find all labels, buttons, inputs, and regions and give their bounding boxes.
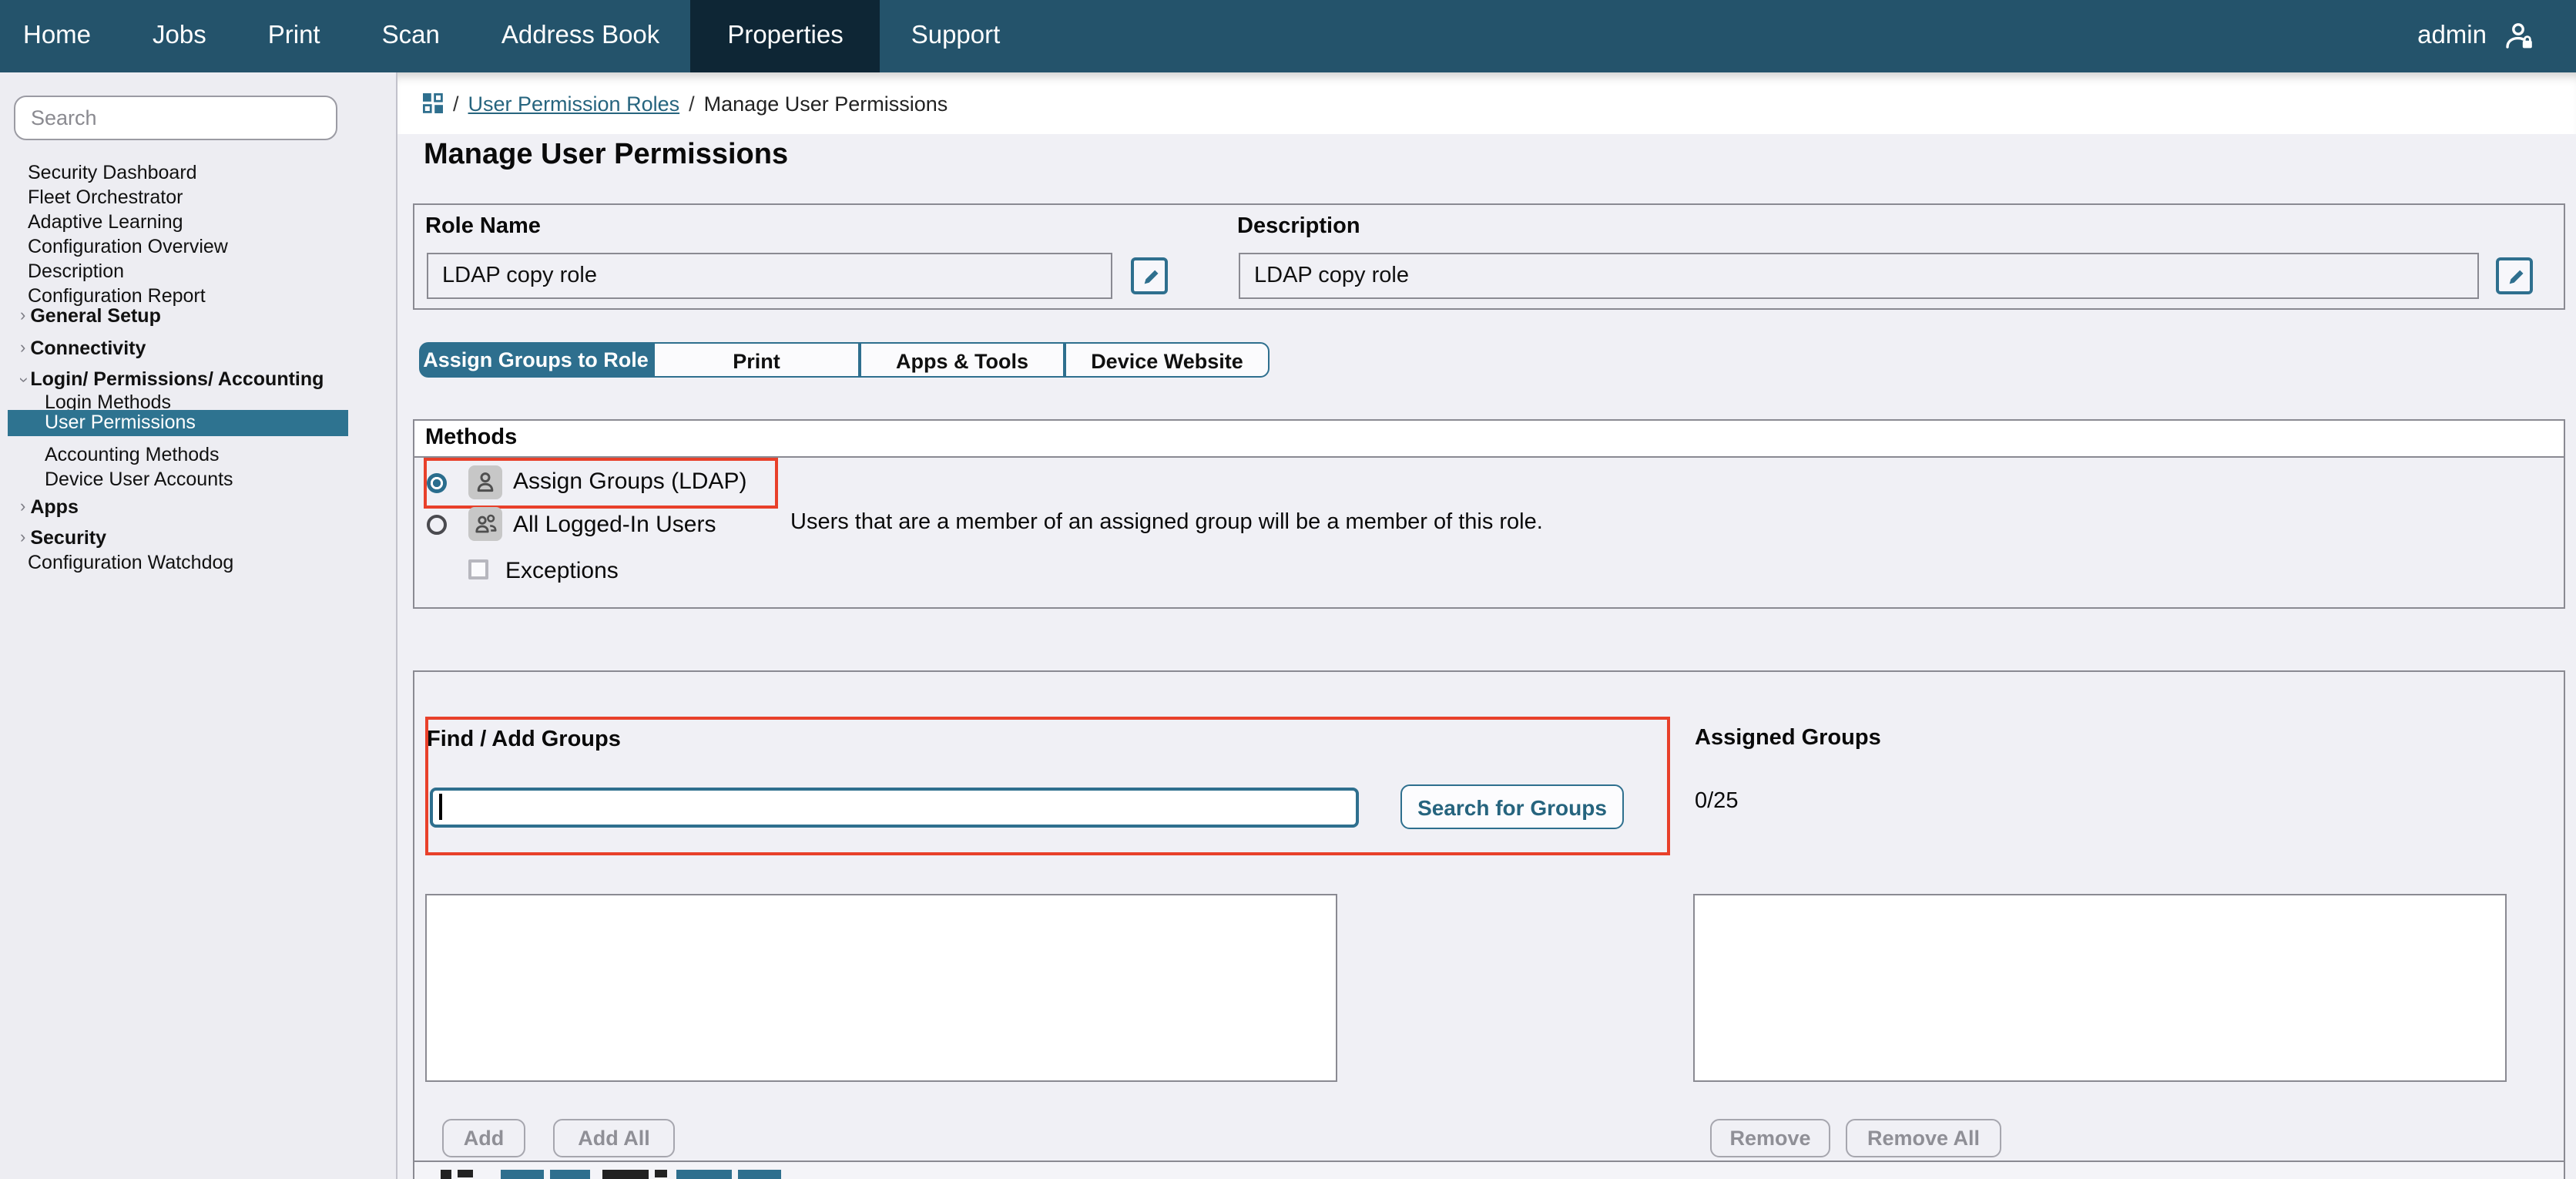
nav-item-jobs[interactable]: Jobs (122, 0, 237, 72)
sidebar-item-label: Connectivity (30, 338, 146, 359)
search-for-groups-button[interactable]: Search for Groups (1400, 784, 1624, 829)
chevron-down-icon: › (12, 377, 35, 382)
sidebar-item-label: Security (30, 527, 106, 549)
sidebar: Security Dashboard Fleet Orchestrator Ad… (0, 72, 397, 1179)
methods-panel: Methods Assign Groups (LDAP) All Lo (413, 419, 2565, 609)
sidebar-search-input[interactable] (14, 96, 337, 140)
exceptions-label[interactable]: Exceptions (505, 558, 619, 584)
sidebar-item-configuration-overview[interactable]: Configuration Overview (28, 236, 228, 259)
find-groups-input[interactable] (430, 788, 1359, 828)
sidebar-item-general-setup[interactable]: ›General Setup (20, 305, 161, 328)
nav-item-home[interactable]: Home (0, 0, 122, 72)
role-panel: Role Name Description (413, 203, 2565, 310)
sidebar-item-configuration-watchdog[interactable]: Configuration Watchdog (28, 552, 233, 575)
breadcrumb-current: Manage User Permissions (704, 92, 948, 115)
sidebar-item-fleet-orchestrator[interactable]: Fleet Orchestrator (28, 186, 183, 210)
assigned-groups-list[interactable] (1693, 894, 2507, 1082)
description-label: Description (1237, 214, 1360, 239)
nav-item-support[interactable]: Support (880, 0, 1031, 72)
nav-item-address-book[interactable]: Address Book (471, 0, 690, 72)
breadcrumb-link-user-permission-roles[interactable]: User Permission Roles (468, 92, 680, 115)
breadcrumb-separator: / (689, 92, 695, 115)
sidebar-item-device-user-accounts[interactable]: Device User Accounts (45, 469, 233, 492)
role-name-label: Role Name (425, 214, 541, 239)
nav-item-print[interactable]: Print (237, 0, 351, 72)
sidebar-item-user-permissions[interactable]: User Permissions (8, 410, 348, 436)
tab-assign-groups-to-role[interactable]: Assign Groups to Role (418, 341, 653, 377)
found-groups-list[interactable] (425, 894, 1337, 1082)
remove-all-button[interactable]: Remove All (1846, 1119, 2001, 1157)
page: Home Jobs Print Scan Address Book Proper… (0, 0, 2576, 1179)
sidebar-item-label: General Setup (30, 305, 161, 327)
remove-button[interactable]: Remove (1710, 1119, 1830, 1157)
sidebar-item-label: Apps (30, 496, 79, 518)
top-nav: Home Jobs Print Scan Address Book Proper… (0, 0, 2576, 72)
username-label: admin (2417, 22, 2487, 51)
methods-header: Methods (414, 421, 2564, 458)
tab-apps-and-tools[interactable]: Apps & Tools (860, 341, 1065, 377)
add-button[interactable]: Add (442, 1119, 525, 1157)
sidebar-item-apps[interactable]: ›Apps (20, 496, 79, 519)
tab-device-website[interactable]: Device Website (1065, 341, 1270, 377)
sidebar-item-description[interactable]: Description (28, 260, 124, 284)
single-user-icon (468, 465, 502, 499)
page-title: Manage User Permissions (424, 139, 788, 173)
tab-print[interactable]: Print (653, 341, 860, 377)
chevron-right-icon: › (20, 338, 25, 361)
add-all-button[interactable]: Add All (553, 1119, 675, 1157)
radio-all-logged-in-users[interactable] (427, 515, 447, 535)
breadcrumb-separator: / (453, 92, 459, 115)
sidebar-item-accounting-methods[interactable]: Accounting Methods (45, 444, 220, 467)
assigned-groups-label: Assigned Groups (1695, 726, 1881, 751)
sidebar-item-label: Login/ Permissions/ Accounting (30, 368, 324, 390)
user-lock-icon (2502, 20, 2534, 52)
edit-description-button[interactable] (2496, 257, 2533, 294)
user-menu[interactable]: admin (2417, 0, 2534, 72)
text-caret (439, 794, 441, 820)
sidebar-item-security-dashboard[interactable]: Security Dashboard (28, 162, 197, 185)
group-users-icon (468, 507, 502, 541)
chevron-right-icon: › (20, 496, 25, 519)
nav-item-scan[interactable]: Scan (351, 0, 471, 72)
radio-assign-groups-ldap[interactable] (427, 473, 447, 493)
description-field[interactable] (1239, 253, 2479, 299)
cutoff-row (414, 1161, 2564, 1179)
assigned-groups-count: 0/25 (1695, 789, 1738, 814)
radio-label-assign-groups-ldap[interactable]: Assign Groups (LDAP) (513, 469, 746, 495)
methods-note: Users that are a member of an assigned g… (790, 510, 1543, 535)
sidebar-item-connectivity[interactable]: ›Connectivity (20, 338, 146, 361)
breadcrumb: / User Permission Roles / Manage User Pe… (397, 72, 2576, 134)
radio-label-all-logged-in-users[interactable]: All Logged-In Users (513, 512, 716, 538)
role-name-field[interactable] (427, 253, 1112, 299)
main-content: Manage User Permissions Role Name Descri… (397, 134, 2576, 1179)
groups-panel: Find / Add Groups Search for Groups Assi… (413, 670, 2565, 1179)
exceptions-checkbox[interactable] (468, 559, 488, 579)
chevron-right-icon: › (20, 527, 25, 550)
pencil-icon (1138, 264, 1161, 287)
sidebar-item-security[interactable]: ›Security (20, 527, 106, 550)
pencil-icon (2503, 264, 2526, 287)
sidebar-item-adaptive-learning[interactable]: Adaptive Learning (28, 211, 183, 234)
edit-role-name-button[interactable] (1131, 257, 1168, 294)
chevron-right-icon: › (20, 305, 25, 328)
sidebar-item-login-permissions-accounting[interactable]: ›Login/ Permissions/ Accounting (20, 368, 324, 391)
nav-item-properties[interactable]: Properties (690, 0, 880, 72)
find-add-groups-label: Find / Add Groups (427, 727, 621, 752)
dashboard-grid-icon[interactable] (422, 92, 444, 114)
